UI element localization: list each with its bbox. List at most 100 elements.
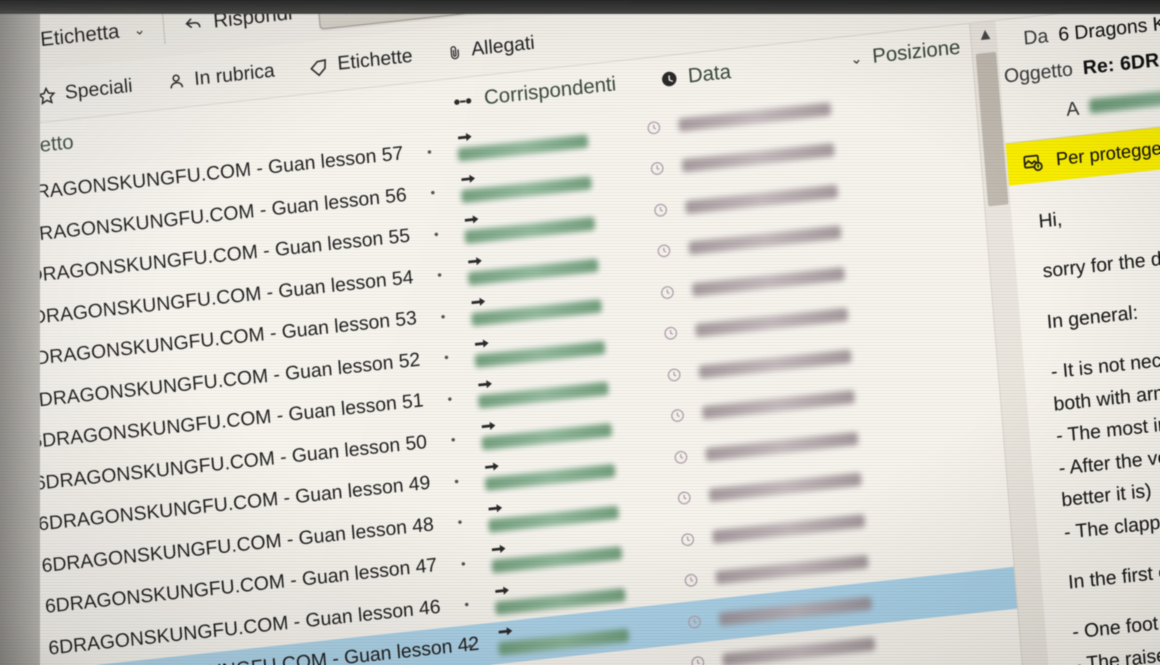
filter-starred-button[interactable]: Speciali bbox=[35, 75, 134, 108]
body-section1-title: In general: bbox=[1046, 302, 1139, 334]
tag-icon bbox=[10, 31, 32, 54]
date-clock-icon bbox=[683, 572, 699, 589]
thread-dot-icon: • bbox=[453, 473, 460, 489]
message-date-redacted bbox=[678, 102, 832, 132]
filter-unread-label: Non letti bbox=[0, 89, 2, 119]
message-date-redacted bbox=[711, 513, 866, 544]
body-section2-title: In the first one: bbox=[1067, 558, 1160, 594]
filter-contact-button[interactable]: In rubrica bbox=[166, 60, 276, 94]
date-clock-icon bbox=[666, 366, 682, 383]
thread-dot-icon: • bbox=[436, 267, 443, 283]
filter-contact-label: In rubrica bbox=[193, 59, 276, 90]
column-header-location[interactable]: ⌄ Posizione bbox=[844, 36, 962, 72]
thread-dot-icon: • bbox=[460, 555, 467, 572]
thread-dot-icon: • bbox=[457, 514, 463, 531]
message-date-redacted bbox=[695, 307, 849, 338]
reply-label: Rispondi bbox=[212, 1, 294, 33]
filter-tags-button[interactable]: Etichette bbox=[308, 45, 413, 78]
filter-starred-label: Speciali bbox=[64, 74, 134, 104]
date-clock-icon bbox=[656, 243, 672, 260]
date-clock-icon bbox=[646, 119, 662, 136]
date-clock-icon bbox=[686, 613, 702, 630]
column-header-subject[interactable]: Oggetto bbox=[0, 131, 74, 162]
date-clock-icon bbox=[652, 202, 668, 219]
filter-unread-button[interactable]: Non letti bbox=[0, 89, 2, 122]
message-date-redacted bbox=[698, 349, 852, 379]
body-intro: sorry for the delay, I reply: bbox=[1041, 238, 1160, 284]
body-line: - One foot should sleep, bbox=[1071, 601, 1160, 644]
date-clock-icon bbox=[690, 655, 706, 665]
quick-filter-label: Filtro veloce bbox=[361, 0, 472, 17]
message-header: Da 6 Dragons Kung Fu Style <6dra Oggetto… bbox=[995, 0, 1160, 144]
thread-dot-icon: • bbox=[467, 637, 474, 654]
replied-arrow-icon: ↩ bbox=[0, 269, 7, 293]
thread-dot-icon: • bbox=[426, 143, 433, 160]
tag-label: Etichetta bbox=[39, 19, 121, 51]
replied-arrow-icon: ↩ bbox=[0, 392, 17, 416]
column-header-date[interactable]: Data bbox=[660, 61, 732, 92]
thread-dot-icon: • bbox=[446, 390, 453, 407]
person-icon-2 bbox=[166, 71, 187, 92]
chevron-down-icon[interactable]: ⌄ bbox=[133, 20, 146, 39]
reply-arrow-icon bbox=[182, 13, 205, 35]
from-label: Da bbox=[1022, 25, 1050, 50]
date-clock-icon bbox=[663, 325, 679, 342]
body-greeting: Hi, bbox=[1037, 208, 1064, 233]
date-clock-icon bbox=[673, 449, 689, 466]
date-clock-icon bbox=[649, 160, 665, 177]
thread-dot-icon: • bbox=[433, 226, 440, 242]
date-clock-icon bbox=[676, 490, 692, 507]
screen-photo: tività Strumenti Aiuto ✕ bbox=[0, 0, 1160, 665]
column-header-subject-label: Oggetto bbox=[0, 130, 75, 162]
tag-icon-2 bbox=[308, 55, 330, 78]
thread-dot-icon: • bbox=[443, 349, 450, 366]
message-date-redacted bbox=[691, 266, 845, 297]
clock-icon bbox=[660, 69, 679, 88]
replied-arrow-icon: ↩ bbox=[0, 228, 4, 252]
message-date-redacted bbox=[715, 555, 869, 585]
message-date-redacted bbox=[701, 390, 856, 420]
message-date-redacted bbox=[705, 431, 859, 461]
column-header-location-label: Posizione bbox=[871, 36, 962, 68]
replied-arrow-icon: ↩ bbox=[15, 598, 34, 622]
replied-arrow-icon: ↩ bbox=[5, 475, 24, 499]
replied-arrow-icon: ↩ bbox=[0, 310, 11, 334]
message-date-redacted bbox=[722, 637, 876, 665]
tag-button[interactable]: Etichetta ⌄ bbox=[10, 17, 146, 55]
date-clock-icon bbox=[659, 284, 675, 301]
scroll-up-icon[interactable]: ▲ bbox=[977, 25, 995, 45]
thread-dot-icon: • bbox=[463, 596, 470, 613]
filter-attachment-label: Allegati bbox=[470, 31, 536, 61]
column-header-correspondents[interactable]: Corrispondenti bbox=[453, 73, 617, 114]
to-value-redacted[interactable] bbox=[1088, 76, 1160, 114]
paperclip-icon bbox=[446, 41, 464, 63]
thunderbird-window: tività Strumenti Aiuto ✕ bbox=[0, 0, 1160, 665]
message-date-redacted bbox=[708, 472, 862, 503]
body-line: - It is not necessary the init bbox=[1050, 338, 1160, 384]
chevron-down-icon-2: ⌄ bbox=[849, 49, 863, 68]
date-clock-icon bbox=[679, 531, 695, 548]
remote-content-icon bbox=[1021, 151, 1045, 174]
replied-arrow-icon: ↩ bbox=[9, 516, 28, 540]
header-to-row: A bbox=[1065, 75, 1160, 123]
replied-arrow-icon: ↩ bbox=[2, 433, 21, 458]
to-label: A bbox=[1065, 98, 1081, 122]
replied-arrow-icon: ↩ bbox=[12, 557, 31, 581]
column-header-date-label: Data bbox=[687, 60, 732, 88]
filter-attachment-button[interactable]: Allegati bbox=[446, 32, 535, 64]
thread-dot-icon: • bbox=[440, 308, 446, 325]
star-icon bbox=[35, 84, 58, 107]
subject-label: Oggetto bbox=[1003, 59, 1074, 88]
funnel-icon bbox=[335, 0, 354, 17]
window-body: Rubrica Etichetta ⌄ bbox=[0, 0, 1160, 665]
correspondents-icon bbox=[453, 94, 474, 108]
message-date-redacted bbox=[688, 225, 842, 256]
column-header-correspondents-label: Corrispondenti bbox=[483, 72, 617, 110]
thread-dot-icon: • bbox=[450, 431, 457, 448]
toolbar-divider-2 bbox=[162, 9, 167, 45]
date-clock-icon bbox=[669, 407, 685, 424]
thread-dot-icon: • bbox=[429, 184, 436, 201]
message-date-redacted bbox=[684, 184, 839, 214]
message-date-redacted bbox=[718, 596, 872, 626]
reply-button[interactable]: Rispondi bbox=[182, 1, 293, 36]
